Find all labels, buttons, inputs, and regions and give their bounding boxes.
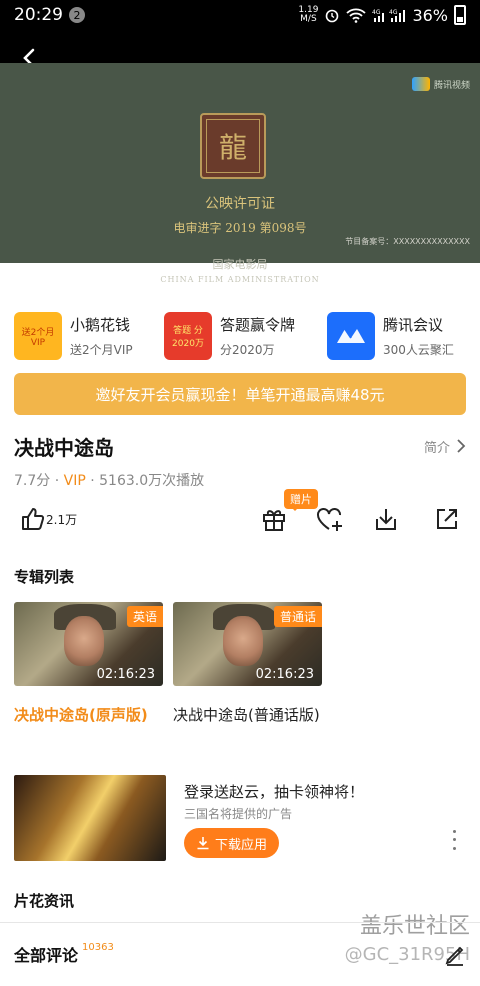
like-button[interactable]: 2.1万 [20,504,77,534]
ad-title: 登录送赵云，抽卡领神将！ [184,783,365,801]
signal-icon: 4G 4G [372,9,406,22]
language-badge: 普通话 [273,606,322,627]
tencent-meeting-icon [327,312,375,360]
chevron-right-icon [457,439,466,453]
episode-card-mandarin[interactable]: 普通话 02:16:23 决战中途岛(普通话版) [173,602,322,730]
all-comments[interactable]: 全部评论 10363 [14,942,114,966]
promo-subtitle: 分2020万 [220,343,275,357]
promo-row: 送2个月 VIP 小鹅花钱 送2个月VIP 答题 分2020万 答题赢令牌 分2… [0,307,480,363]
battery-level: 36% [412,5,448,25]
language-badge: 英语 [126,606,163,627]
battery-icon [454,5,466,25]
promo-item-xiaoe[interactable]: 送2个月 VIP 小鹅花钱 送2个月VIP [14,312,133,360]
write-comment-icon[interactable] [444,944,466,966]
network-speed: 1.19 M/S [298,5,319,24]
action-bar: 2.1万 [0,500,480,540]
promo-subtitle: 300人云聚汇 [383,343,454,357]
download-button[interactable] [372,504,400,534]
status-bar: 20:29 2 1.19 M/S 4G 4G 36% [0,0,480,30]
gift-icon [263,510,285,531]
video-frame[interactable]: 龍 公映许可证 电审进字 2019 第098号 国家电影局 CHINA FILM… [0,63,480,284]
svg-text:4G: 4G [389,9,398,16]
movie-title-row: 决战中途岛 简介 [14,432,466,460]
quiz-app-icon: 答题 分2020万 [164,312,212,360]
heart-plus-icon [317,508,342,531]
dragon-emblem: 龍 [206,119,260,173]
gift-film-tag: 赠片 [284,489,318,511]
notification-count-badge: 2 [69,7,85,23]
album-list-title: 专辑列表 [14,568,75,586]
favorite-button[interactable] [315,504,345,534]
thumbs-up-icon [22,508,45,530]
record-code: 节目备案号：XXXXXXXXXXXXXX [345,237,470,246]
tencent-video-watermark: 腾讯视频 [411,77,470,91]
movie-meta: 7.7分 · VIP · 5163.0万次播放 [14,473,205,489]
ad-card[interactable]: 登录送赵云，抽卡领神将！ 三国名将提供的广告 下载应用 [14,775,466,865]
divider [0,922,480,923]
episode-card-original[interactable]: 英语 02:16:23 决战中途岛(原声版) [14,602,163,730]
episode-title: 决战中途岛(普通话版) [173,706,320,724]
episode-thumbnail[interactable]: 英语 02:16:23 [14,602,163,686]
download-icon [376,509,396,530]
wifi-icon [346,8,367,23]
promo-title: 小鹅花钱 [70,316,131,334]
gift-button[interactable] [260,504,288,534]
score: 7.7分 [14,473,51,489]
community-watermark: 盖乐世社区 [359,914,470,939]
download-icon [197,837,209,850]
license-title: 公映许可证 [205,196,275,212]
xiaoe-app-icon: 送2个月 VIP [14,312,62,360]
share-icon [437,509,457,529]
promo-title: 答题赢令牌 [220,316,296,334]
tencent-video-logo-icon [411,77,430,91]
episode-duration: 02:16:23 [96,667,155,682]
episode-duration: 02:16:23 [255,667,314,682]
like-count: 2.1万 [46,512,78,527]
promo-item-quiz[interactable]: 答题 分2020万 答题赢令牌 分2020万 [164,312,295,360]
comment-count: 10363 [82,942,114,953]
ad-image[interactable] [14,775,166,861]
status-time: 20:29 [14,5,63,25]
download-app-button[interactable]: 下载应用 [184,828,280,858]
video-player[interactable]: 龍 公映许可证 电审进字 2019 第098号 国家电影局 CHINA FILM… [0,30,480,284]
promo-item-tencent-meeting[interactable]: 腾讯会议 300人云聚汇 [327,312,454,360]
intro-link[interactable]: 简介 [424,437,466,456]
play-count: 5163.0万次播放 [99,473,205,489]
episode-title: 决战中途岛(原声版) [14,706,148,724]
movie-title: 决战中途岛 [14,435,114,460]
svg-text:4G: 4G [372,9,381,16]
episode-thumbnail[interactable]: 普通话 02:16:23 [173,602,322,686]
promo-title: 腾讯会议 [383,316,444,334]
vip-badge: VIP [63,473,86,489]
issuer-en: CHINA FILM ADMINISTRATION [160,275,320,284]
license-number: 电审进字 2019 第098号 [173,221,307,235]
status-icons: 1.19 M/S 4G 4G 36% [298,5,466,25]
issuer-cn: 国家电影局 [212,258,268,271]
more-options-icon[interactable] [446,827,462,853]
invite-banner[interactable]: 邀好友开会员赢现金！单笔开通最高赚48元 [14,373,466,415]
ad-subtitle: 三国名将提供的广告 [184,807,293,821]
film-license-seal: 龍 [200,113,266,179]
highlights-title: 片花资讯 [14,892,75,910]
share-button[interactable] [433,504,461,534]
promo-subtitle: 送2个月VIP [70,343,133,357]
alarm-icon [326,9,339,23]
